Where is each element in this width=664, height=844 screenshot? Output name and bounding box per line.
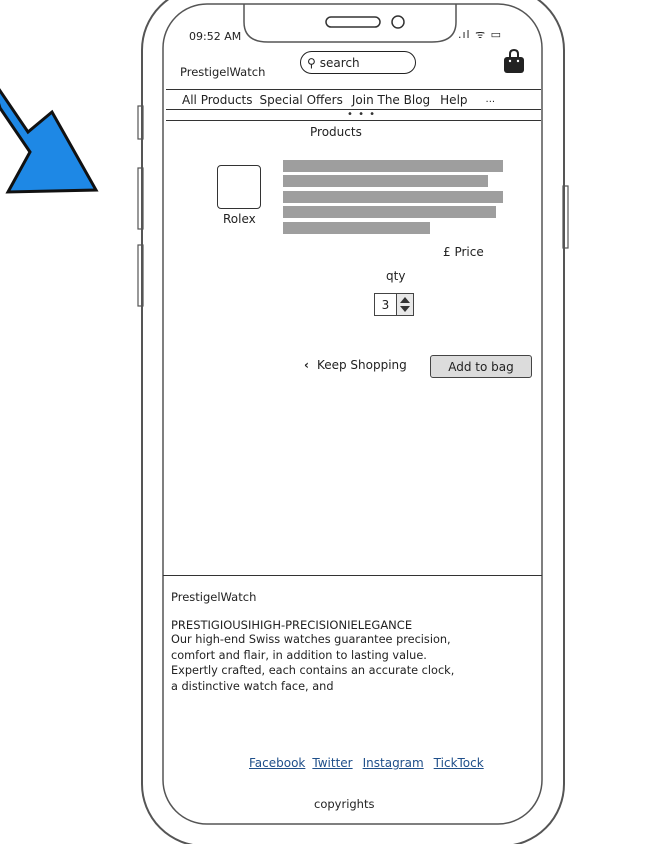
product-name: Rolex (223, 212, 256, 226)
qty-label: qty (386, 269, 406, 283)
nav-all-products[interactable]: All Products (182, 93, 253, 107)
description-placeholder-line (283, 206, 496, 218)
page-indicator-dots: • • • (347, 109, 377, 120)
nav-more[interactable]: ... (486, 94, 496, 105)
status-time: 09:52 AM (189, 30, 242, 43)
description-placeholder-line (283, 222, 430, 234)
footer-brand: PrestigelWatch (171, 590, 257, 604)
footer-tagline: PRESTIGIOUSIHIGH-PRECISIONIELEGANCE (171, 618, 413, 632)
description-placeholder-line (283, 175, 488, 187)
stepper-arrows-icon[interactable] (397, 294, 413, 315)
add-to-bag-button[interactable]: Add to bag (430, 355, 532, 378)
chevron-left-icon: ‹ (304, 358, 309, 372)
footer-description: Our high-end Swiss watches guarantee pre… (171, 633, 455, 693)
ticktock-link[interactable]: TickTock (434, 756, 484, 770)
products-title: Products (310, 125, 362, 139)
keep-shopping-link[interactable]: ‹ Keep Shopping (304, 358, 407, 372)
nav-join-blog[interactable]: Join The Blog (352, 93, 430, 107)
brand-logo-text[interactable]: PrestigelWatch (180, 65, 265, 79)
footer-divider (163, 575, 542, 576)
status-icons: .ıl ᯤ ▭ (458, 28, 503, 41)
shopping-bag-icon[interactable] (503, 48, 525, 74)
search-icon: ⚲ (307, 55, 316, 70)
description-placeholder-line (283, 191, 503, 203)
nav-help[interactable]: Help (440, 93, 467, 107)
search-input[interactable]: ⚲ search (300, 51, 416, 74)
copyright-text: copyrights (314, 797, 375, 811)
stepper-buttons[interactable] (396, 294, 413, 315)
main-nav: All Products Special Offers Join The Blo… (166, 89, 541, 110)
quantity-value[interactable]: 3 (375, 294, 396, 315)
instagram-link[interactable]: Instagram (363, 756, 424, 770)
search-placeholder: search (319, 55, 360, 70)
product-price: £ Price (443, 245, 484, 259)
nav-special-offers[interactable]: Special Offers (260, 93, 343, 107)
quantity-stepper[interactable]: 3 (374, 293, 414, 316)
social-links: Facebook Twitter Instagram TickTock (249, 756, 491, 770)
keep-shopping-label: Keep Shopping (316, 358, 407, 372)
product-thumbnail[interactable] (217, 165, 261, 209)
nav-divider (166, 120, 541, 121)
facebook-link[interactable]: Facebook (249, 756, 305, 770)
twitter-link[interactable]: Twitter (312, 756, 352, 770)
description-placeholder-line (283, 160, 503, 172)
